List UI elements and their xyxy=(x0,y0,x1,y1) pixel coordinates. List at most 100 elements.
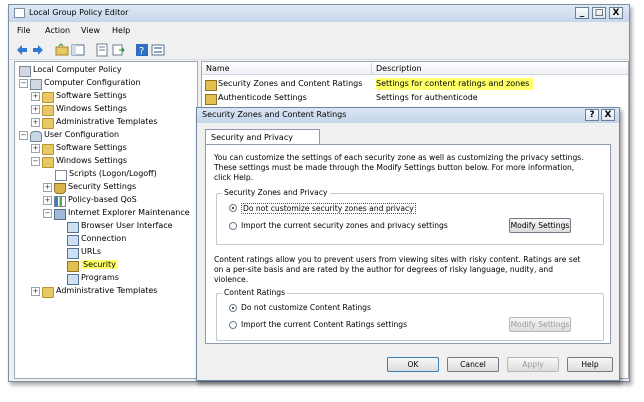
zones-no-customize-radio[interactable] xyxy=(229,204,237,212)
expand-icon[interactable]: + xyxy=(43,196,52,205)
tree-pane: Local Computer Policy − Computer Configu… xyxy=(14,61,198,379)
toolbar: ? xyxy=(9,40,629,60)
folder-icon xyxy=(42,105,54,116)
menu-bar: File Action View Help xyxy=(9,23,629,39)
tree-item-ie-maintenance[interactable]: − Internet Explorer Maintenance xyxy=(43,207,190,220)
modify-settings-ratings-button[interactable]: Modify Settings xyxy=(509,317,571,332)
collapse-icon[interactable]: − xyxy=(31,157,40,166)
menu-help[interactable]: Help xyxy=(112,26,130,35)
tree-item-user-configuration[interactable]: − User Configuration xyxy=(19,129,119,142)
ratings-no-customize-radio[interactable] xyxy=(229,304,237,312)
expand-icon[interactable]: + xyxy=(31,287,40,296)
folder-icon xyxy=(42,92,54,103)
collapse-icon[interactable]: − xyxy=(19,79,28,88)
content-ratings-group: Content Ratings Do not customize Content… xyxy=(216,288,604,341)
tree-item-urls[interactable]: URLs xyxy=(67,246,101,259)
close-button[interactable]: X xyxy=(609,7,623,19)
help-button[interactable]: Help xyxy=(567,357,613,372)
column-header-description[interactable]: Description xyxy=(372,62,628,75)
tree-item-browser-ui[interactable]: Browser User Interface xyxy=(67,220,173,233)
apply-button[interactable]: Apply xyxy=(507,357,559,372)
security-zones-group: Security Zones and Privacy Do not custom… xyxy=(216,188,604,245)
radio-label: Do not customize security zones and priv… xyxy=(241,203,416,214)
security-zones-dialog: Security Zones and Content Ratings ? X S… xyxy=(196,107,620,381)
lock-icon xyxy=(205,94,217,105)
tree-item-security-settings[interactable]: + Security Settings xyxy=(43,181,136,194)
tree-item-uc-windows-settings[interactable]: − Windows Settings xyxy=(31,155,127,168)
ie-maintenance-icon xyxy=(54,209,66,220)
column-header-name[interactable]: Name xyxy=(202,62,372,75)
lock-icon xyxy=(205,80,217,91)
ok-button[interactable]: OK xyxy=(387,357,439,372)
collapse-icon[interactable]: − xyxy=(19,131,28,140)
menu-view[interactable]: View xyxy=(81,26,100,35)
radio-label: Import the current security zones and pr… xyxy=(241,221,448,230)
menu-file[interactable]: File xyxy=(17,26,30,35)
folder-icon xyxy=(42,144,54,155)
intro-text: You can customize the settings of each s… xyxy=(214,153,584,182)
expand-icon[interactable]: + xyxy=(43,183,52,192)
dialog-title-bar[interactable]: Security Zones and Content Ratings ? X xyxy=(197,108,619,123)
up-folder-icon[interactable] xyxy=(55,43,69,57)
tree-item-cc-administrative-templates[interactable]: + Administrative Templates xyxy=(31,116,157,129)
group-label: Content Ratings xyxy=(222,288,288,297)
tree-item-computer-configuration[interactable]: − Computer Configuration xyxy=(19,77,141,90)
help-icon[interactable]: ? xyxy=(135,43,149,57)
tab-panel: You can customize the settings of each s… xyxy=(205,144,611,344)
back-arrow-icon[interactable] xyxy=(15,43,29,57)
tree-item-programs[interactable]: Programs xyxy=(67,272,119,285)
minimize-button[interactable]: _ xyxy=(575,7,589,19)
shield-icon xyxy=(54,183,66,194)
cancel-button[interactable]: Cancel xyxy=(447,357,499,372)
folder-icon xyxy=(42,157,54,168)
tree-item-uc-administrative-templates[interactable]: + Administrative Templates xyxy=(31,285,157,298)
tree-item-uc-software-settings[interactable]: + Software Settings xyxy=(31,142,127,155)
view-icon[interactable] xyxy=(151,43,165,57)
title-bar[interactable]: Local Group Policy Editor _ □ X xyxy=(9,5,629,22)
ratings-import-radio[interactable] xyxy=(229,321,237,329)
urls-icon xyxy=(67,248,79,259)
browser-ui-icon xyxy=(67,222,79,233)
qos-chart-icon xyxy=(54,196,66,207)
tab-security-privacy[interactable]: Security and Privacy Settings xyxy=(205,129,320,157)
tree-item-root[interactable]: Local Computer Policy xyxy=(19,64,122,77)
tree-item-security[interactable]: Security xyxy=(67,259,118,272)
radio-label: Do not customize Content Ratings xyxy=(241,303,371,312)
svg-text:?: ? xyxy=(139,46,144,57)
dialog-close-button[interactable]: X xyxy=(601,109,615,121)
list-item[interactable]: Security Zones and Content Ratings Setti… xyxy=(204,78,628,91)
computer-icon xyxy=(19,66,31,77)
tree-item-policy-qos[interactable]: + Policy-based QoS xyxy=(43,194,137,207)
tree-item-connection[interactable]: Connection xyxy=(67,233,126,246)
app-icon xyxy=(14,8,25,18)
group-label: Security Zones and Privacy xyxy=(222,188,330,197)
security-label: Security xyxy=(81,260,118,269)
tree-item-scripts[interactable]: Scripts (Logon/Logoff) xyxy=(55,168,157,181)
radio-label: Import the current Content Ratings setti… xyxy=(241,320,408,329)
window-title: Local Group Policy Editor xyxy=(29,8,129,17)
export-list-icon[interactable] xyxy=(111,43,125,57)
menu-action[interactable]: Action xyxy=(45,26,70,35)
ratings-intro-text: Content ratings allow you to prevent use… xyxy=(214,255,581,284)
expand-icon[interactable]: + xyxy=(31,105,40,114)
user-config-icon xyxy=(30,131,42,142)
properties-icon[interactable] xyxy=(95,43,109,57)
script-icon xyxy=(55,170,67,181)
collapse-icon[interactable]: − xyxy=(43,209,52,218)
programs-icon xyxy=(67,274,79,285)
tree-item-cc-windows-settings[interactable]: + Windows Settings xyxy=(31,103,127,116)
dialog-help-button[interactable]: ? xyxy=(585,109,599,121)
list-item[interactable]: Authenticode Settings Settings for authe… xyxy=(204,92,628,105)
show-hide-tree-icon[interactable] xyxy=(71,43,85,57)
expand-icon[interactable]: + xyxy=(31,118,40,127)
zones-import-radio[interactable] xyxy=(229,222,237,230)
forward-arrow-icon[interactable] xyxy=(31,43,45,57)
connection-icon xyxy=(67,235,79,246)
tree-item-cc-software-settings[interactable]: + Software Settings xyxy=(31,90,127,103)
folder-icon xyxy=(42,287,54,298)
expand-icon[interactable]: + xyxy=(31,144,40,153)
expand-icon[interactable]: + xyxy=(31,92,40,101)
maximize-button[interactable]: □ xyxy=(592,7,606,19)
dialog-title: Security Zones and Content Ratings xyxy=(202,110,347,119)
modify-settings-zones-button[interactable]: Modify Settings xyxy=(509,218,571,233)
